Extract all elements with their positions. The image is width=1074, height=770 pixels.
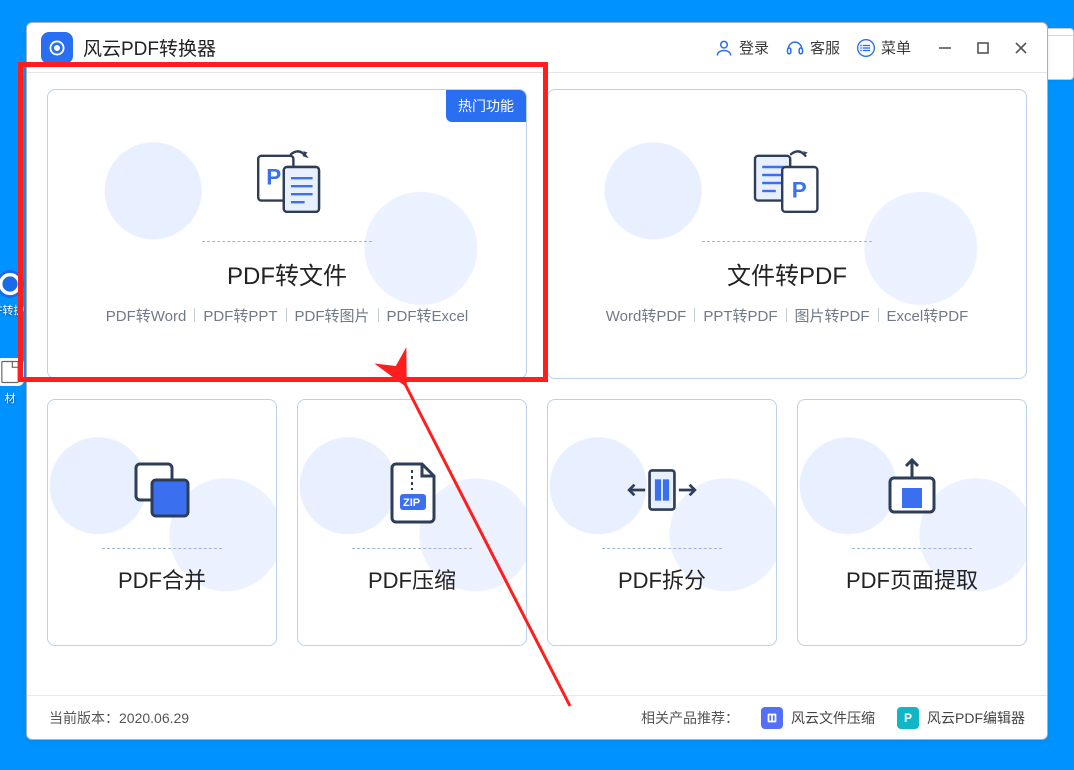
headset-icon xyxy=(785,38,805,58)
divider xyxy=(602,548,722,549)
sub-options: PDF转Word PDF转PPT PDF转图片 PDF转Excel xyxy=(106,305,468,326)
compress-badge-icon xyxy=(761,707,783,729)
sub-options: Word转PDF PPT转PDF 图片转PDF Excel转PDF xyxy=(606,305,968,326)
card-title: PDF转文件 xyxy=(227,256,347,291)
editor-badge-icon: P xyxy=(897,707,919,729)
svg-text:P: P xyxy=(792,177,807,202)
sub-opt[interactable]: PDF转Word xyxy=(106,305,187,326)
titlebar: 风云PDF转换器 登录 客服 菜单 xyxy=(27,23,1047,73)
sub-opt[interactable]: PPT转PDF xyxy=(703,305,777,326)
svg-text:ZIP: ZIP xyxy=(403,497,420,509)
document-icon xyxy=(0,358,24,386)
card-title: PDF拆分 xyxy=(618,563,706,595)
login-button[interactable]: 登录 xyxy=(714,37,769,58)
app-title: 风云PDF转换器 xyxy=(83,34,216,61)
sub-opt[interactable]: Word转PDF xyxy=(606,305,687,326)
login-label: 登录 xyxy=(739,37,769,58)
split-icon xyxy=(622,450,702,530)
user-icon xyxy=(714,38,734,58)
hot-tag: 热门功能 xyxy=(446,90,526,122)
divider xyxy=(102,548,222,549)
close-icon xyxy=(1014,41,1028,55)
close-button[interactable] xyxy=(1009,36,1033,60)
menu-list-icon xyxy=(856,38,876,58)
app-logo-icon xyxy=(47,38,67,58)
version-label: 当前版本： xyxy=(49,708,119,728)
card-title: PDF合并 xyxy=(118,563,206,595)
extract-icon xyxy=(872,450,952,530)
desktop-icon-pdf[interactable]: F转护 xyxy=(0,270,20,318)
card-title: 文件转PDF xyxy=(727,256,847,291)
menu-button[interactable]: 菜单 xyxy=(856,37,911,58)
minimize-button[interactable] xyxy=(933,36,957,60)
version-value: 2020.06.29 xyxy=(119,710,189,726)
menu-label: 菜单 xyxy=(881,37,911,58)
related-product-label: 风云PDF编辑器 xyxy=(927,708,1025,728)
support-button[interactable]: 客服 xyxy=(785,37,840,58)
card-pdf-compress[interactable]: ZIP PDF压缩 xyxy=(297,399,527,646)
footer: 当前版本： 2020.06.29 相关产品推荐： 风云文件压缩 P 风云PDF编… xyxy=(27,695,1047,739)
app-logo-icon xyxy=(0,270,24,298)
bottom-row: PDF合并 ZIP PDF压缩 xyxy=(47,399,1027,646)
minimize-icon xyxy=(938,41,952,55)
card-pdf-extract[interactable]: PDF页面提取 xyxy=(797,399,1027,646)
card-title: PDF压缩 xyxy=(368,563,456,595)
app-logo xyxy=(41,32,73,64)
sub-opt[interactable]: PDF转图片 xyxy=(295,305,370,326)
window-controls xyxy=(933,36,1033,60)
card-pdf-merge[interactable]: PDF合并 xyxy=(47,399,277,646)
divider xyxy=(852,548,972,549)
card-title: PDF页面提取 xyxy=(846,563,978,595)
card-pdf-to-file[interactable]: 热门功能 P xyxy=(47,89,527,379)
sub-opt[interactable]: Excel转PDF xyxy=(887,305,969,326)
card-pdf-split[interactable]: PDF拆分 xyxy=(547,399,777,646)
support-label: 客服 xyxy=(810,37,840,58)
sub-opt[interactable]: 图片转PDF xyxy=(795,305,870,326)
related-product-compress[interactable]: 风云文件压缩 xyxy=(761,707,875,729)
card-file-to-pdf[interactable]: P 文件转PDF Word转PDF PPT转PDF 图片转PDF Excel转P… xyxy=(547,89,1027,379)
pdf-to-file-icon: P xyxy=(247,143,327,223)
maximize-icon xyxy=(976,41,990,55)
desktop-icons: F转护 材 xyxy=(0,270,22,406)
desktop-icon-folder[interactable]: 材 xyxy=(0,358,20,406)
sub-opt[interactable]: PDF转PPT xyxy=(203,305,277,326)
sub-opt[interactable]: PDF转Excel xyxy=(387,305,469,326)
maximize-button[interactable] xyxy=(971,36,995,60)
compress-icon: ZIP xyxy=(372,450,452,530)
related-label: 相关产品推荐： xyxy=(641,708,739,728)
related-product-editor[interactable]: P 风云PDF编辑器 xyxy=(897,707,1025,729)
divider xyxy=(352,548,472,549)
file-to-pdf-icon: P xyxy=(747,143,827,223)
background-window-edge xyxy=(1048,28,1074,80)
related-product-label: 风云文件压缩 xyxy=(791,708,875,728)
divider xyxy=(202,241,372,242)
merge-icon xyxy=(122,450,202,530)
divider xyxy=(702,241,872,242)
content-area: 热门功能 P xyxy=(27,73,1047,695)
svg-text:P: P xyxy=(266,164,281,189)
main-window: 风云PDF转换器 登录 客服 菜单 xyxy=(26,22,1048,740)
top-row: 热门功能 P xyxy=(47,89,1027,379)
